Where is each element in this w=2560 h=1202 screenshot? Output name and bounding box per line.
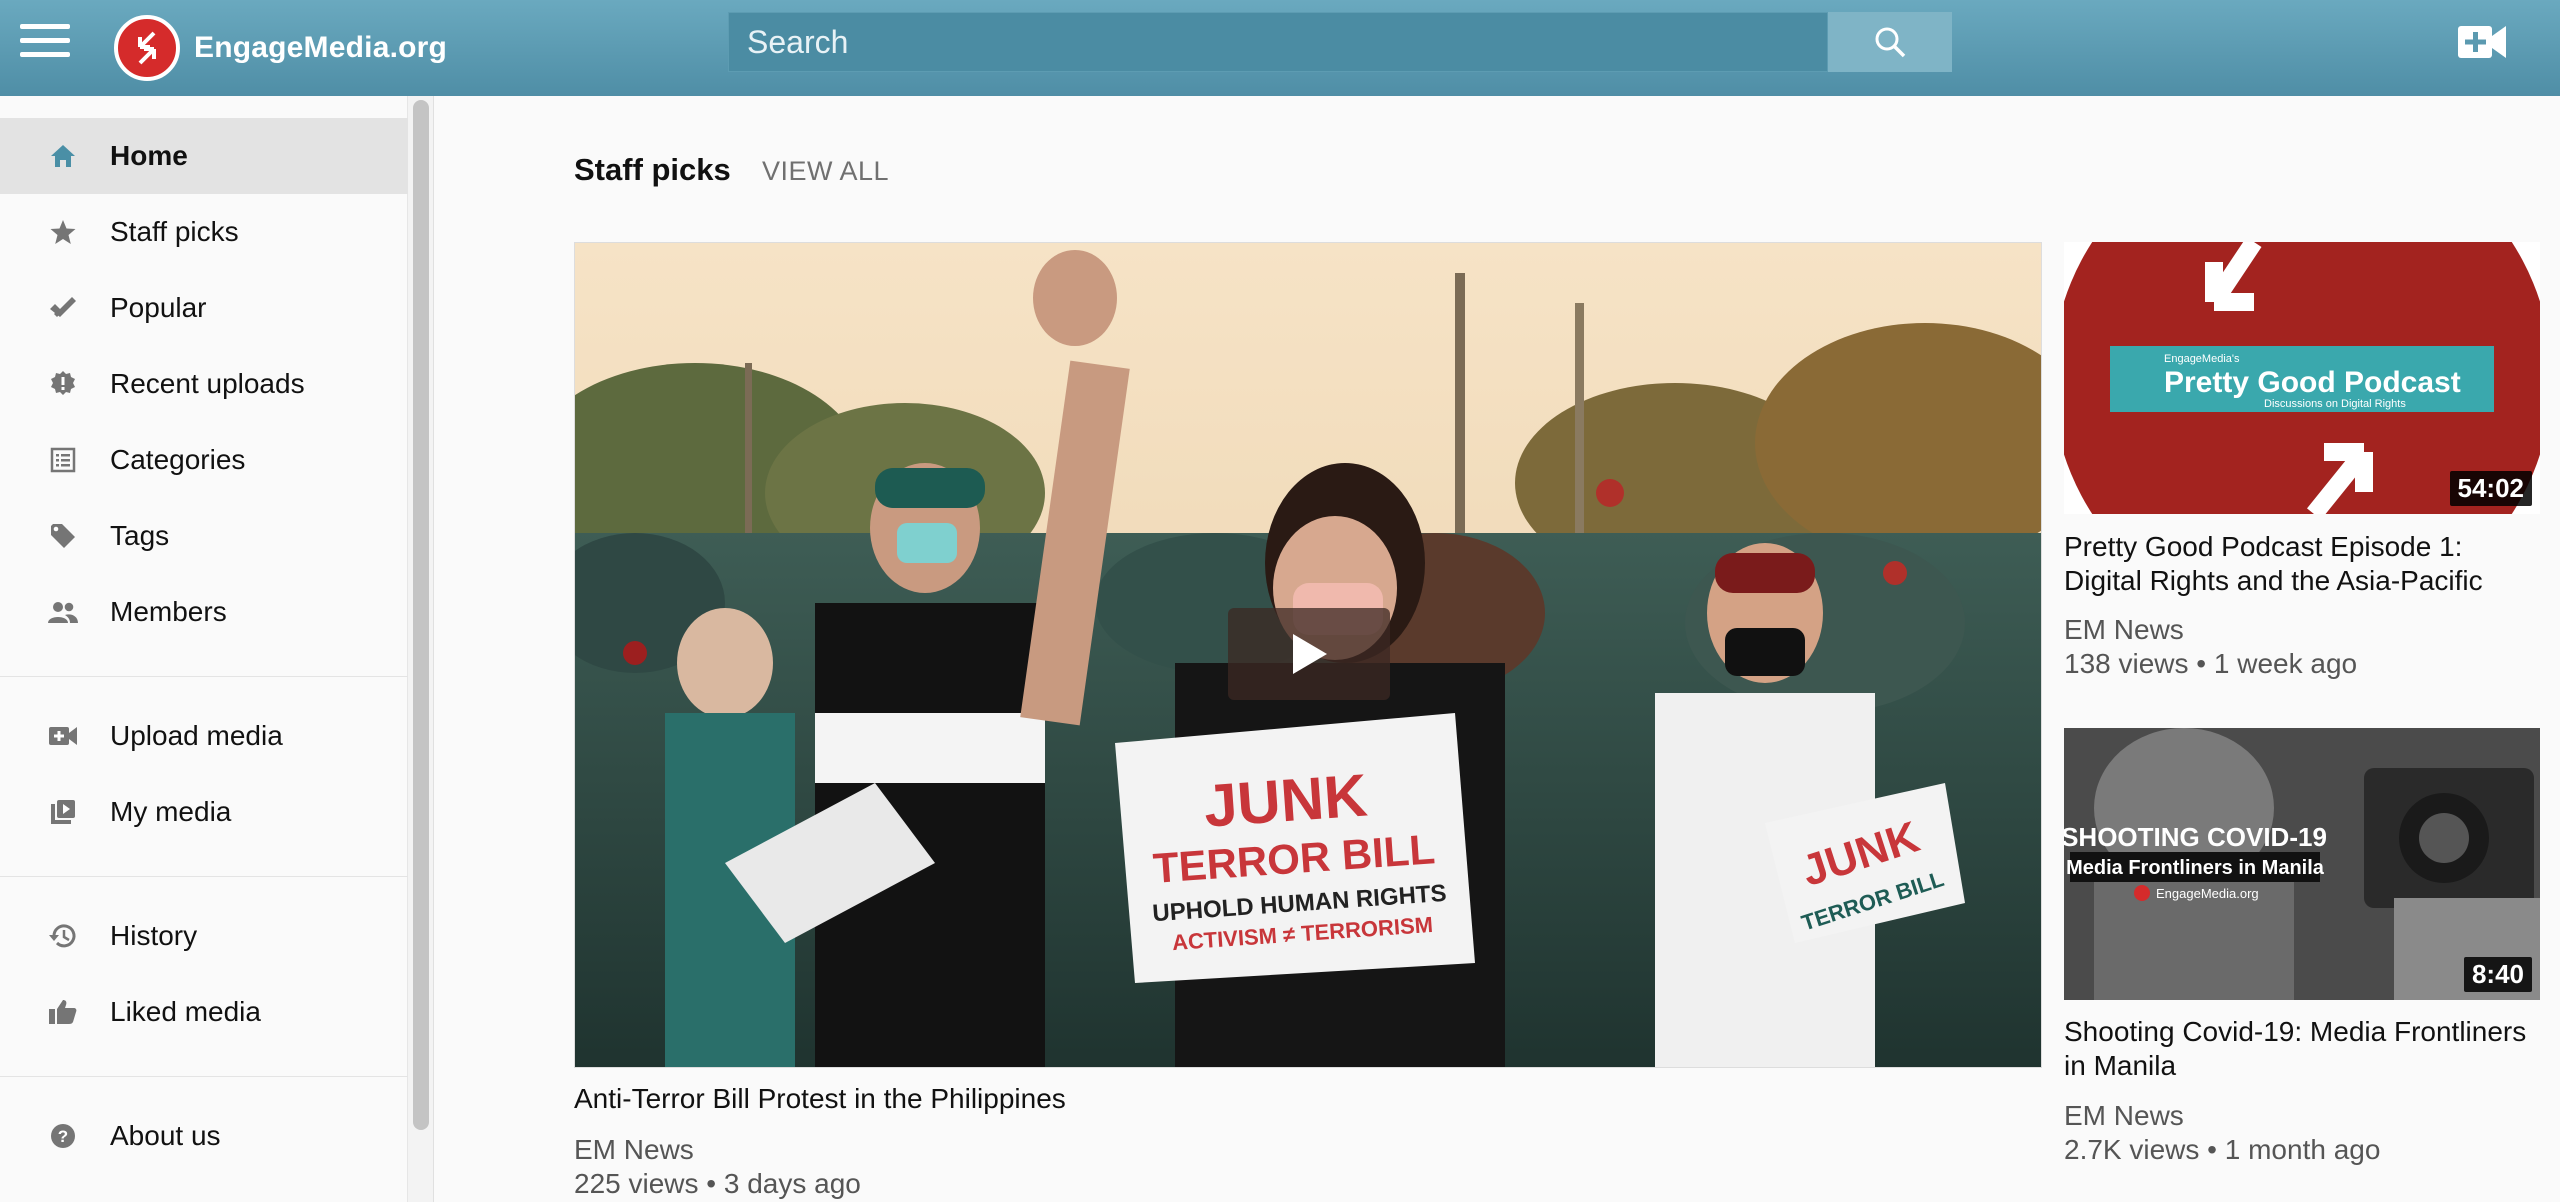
sidebar-item-staff-picks[interactable]: Staff picks [0,194,408,270]
thumbnail-text: SHOOTING COVID-19 [2064,822,2327,852]
search-icon [1875,27,1906,58]
hamburger-menu-icon[interactable] [20,22,70,62]
section-title: Staff picks [574,152,731,187]
sidebar-item-label: My media [110,796,232,827]
featured-video-title[interactable]: Anti-Terror Bill Protest in the Philippi… [574,1083,1066,1115]
history-icon [46,919,80,953]
sidebar-item-label: Liked media [110,996,261,1027]
thumbnail-text: Discussions on Digital Rights [2264,398,2406,410]
play-button[interactable] [1228,608,1390,700]
video-duration: 8:40 [2463,957,2532,992]
star-icon [46,215,80,249]
sidebar-item-liked-media[interactable]: Liked media [0,974,408,1050]
sidebar-item-home[interactable]: Home [0,118,408,194]
video-title[interactable]: Pretty Good Podcast Episode 1: Digital R… [2064,530,2544,598]
list-icon [46,443,80,477]
video-meta: 138 views • 1 week ago [2064,648,2358,679]
sidebar-divider [0,676,408,677]
sidebar-item-label: Popular [110,292,207,323]
video-title[interactable]: Shooting Covid-19: Media Frontliners in … [2064,1015,2544,1083]
sidebar-item-upload-media[interactable]: Upload media [0,698,408,774]
sidebar-item-recent-uploads[interactable]: Recent uploads [0,346,408,422]
sidebar-item-popular[interactable]: Popular [0,270,408,346]
sidebar-item-label: Staff picks [110,216,239,247]
video-thumbnail[interactable]: SHOOTING COVID-19 Media Frontliners in M… [2064,728,2540,1000]
engagemedia-logo-icon [114,15,180,81]
sidebar-item-label: Recent uploads [110,368,305,399]
video-library-icon [46,795,80,829]
sidebar-item-my-media[interactable]: My media [0,774,408,850]
home-icon [46,139,80,173]
checkmark-icon [46,291,80,325]
site-logo[interactable]: EngageMedia.org [114,8,447,88]
video-author[interactable]: EM News [2064,614,2184,646]
sidebar: Home Staff picks Popular Recent uploads … [0,96,408,1202]
video-add-icon [46,719,80,753]
thumbnail-text: EngageMedia.org [2156,886,2259,901]
thumbnail-text: Media Frontliners in Manila [2066,857,2325,879]
new-badge-icon [46,367,80,401]
sidebar-divider [0,876,408,877]
sidebar-item-label: History [110,920,198,951]
protest-sign-text: JUNK [1202,761,1370,839]
video-thumbnail[interactable]: EngageMedia's Pretty Good Podcast Discus… [2064,242,2540,514]
featured-video-meta: 225 views • 3 days ago [574,1168,861,1199]
sidebar-divider [0,1076,408,1077]
thumbnail-text: EngageMedia's [2164,353,2240,365]
search-box [728,12,1828,72]
video-author[interactable]: EM News [2064,1100,2184,1132]
help-icon: ? [46,1119,80,1153]
sidebar-item-label: About us [110,1120,221,1151]
sidebar-item-about-us[interactable]: ? About us [0,1098,408,1174]
site-name: EngageMedia.org [194,31,448,64]
svg-text:?: ? [58,1127,68,1146]
search-input[interactable] [729,13,1827,71]
sidebar-item-members[interactable]: Members [0,574,408,650]
sidebar-item-history[interactable]: History [0,898,408,974]
sidebar-item-label: Members [110,596,227,627]
sidebar-item-label: Upload media [110,720,283,751]
tag-icon [46,519,80,553]
featured-video-author[interactable]: EM News [574,1134,694,1166]
view-all-link[interactable]: VIEW ALL [762,156,889,187]
sidebar-item-categories[interactable]: Categories [0,422,408,498]
play-icon [1293,634,1327,674]
sidebar-item-label: Tags [110,520,170,551]
sidebar-item-tags[interactable]: Tags [0,498,408,574]
upload-video-icon[interactable] [2456,22,2508,62]
thumbs-up-icon [46,995,80,1029]
sidebar-item-label: Categories [110,444,246,475]
video-duration: 54:02 [2449,471,2532,506]
people-icon [46,595,80,629]
sidebar-scrollbar[interactable] [413,100,429,1130]
thumbnail-text: Pretty Good Podcast [2164,366,2461,399]
video-meta: 2.7K views • 1 month ago [2064,1134,2381,1165]
sidebar-item-label: Home [110,140,188,171]
top-header: EngageMedia.org [0,0,2560,96]
search-button[interactable] [1828,12,1952,72]
